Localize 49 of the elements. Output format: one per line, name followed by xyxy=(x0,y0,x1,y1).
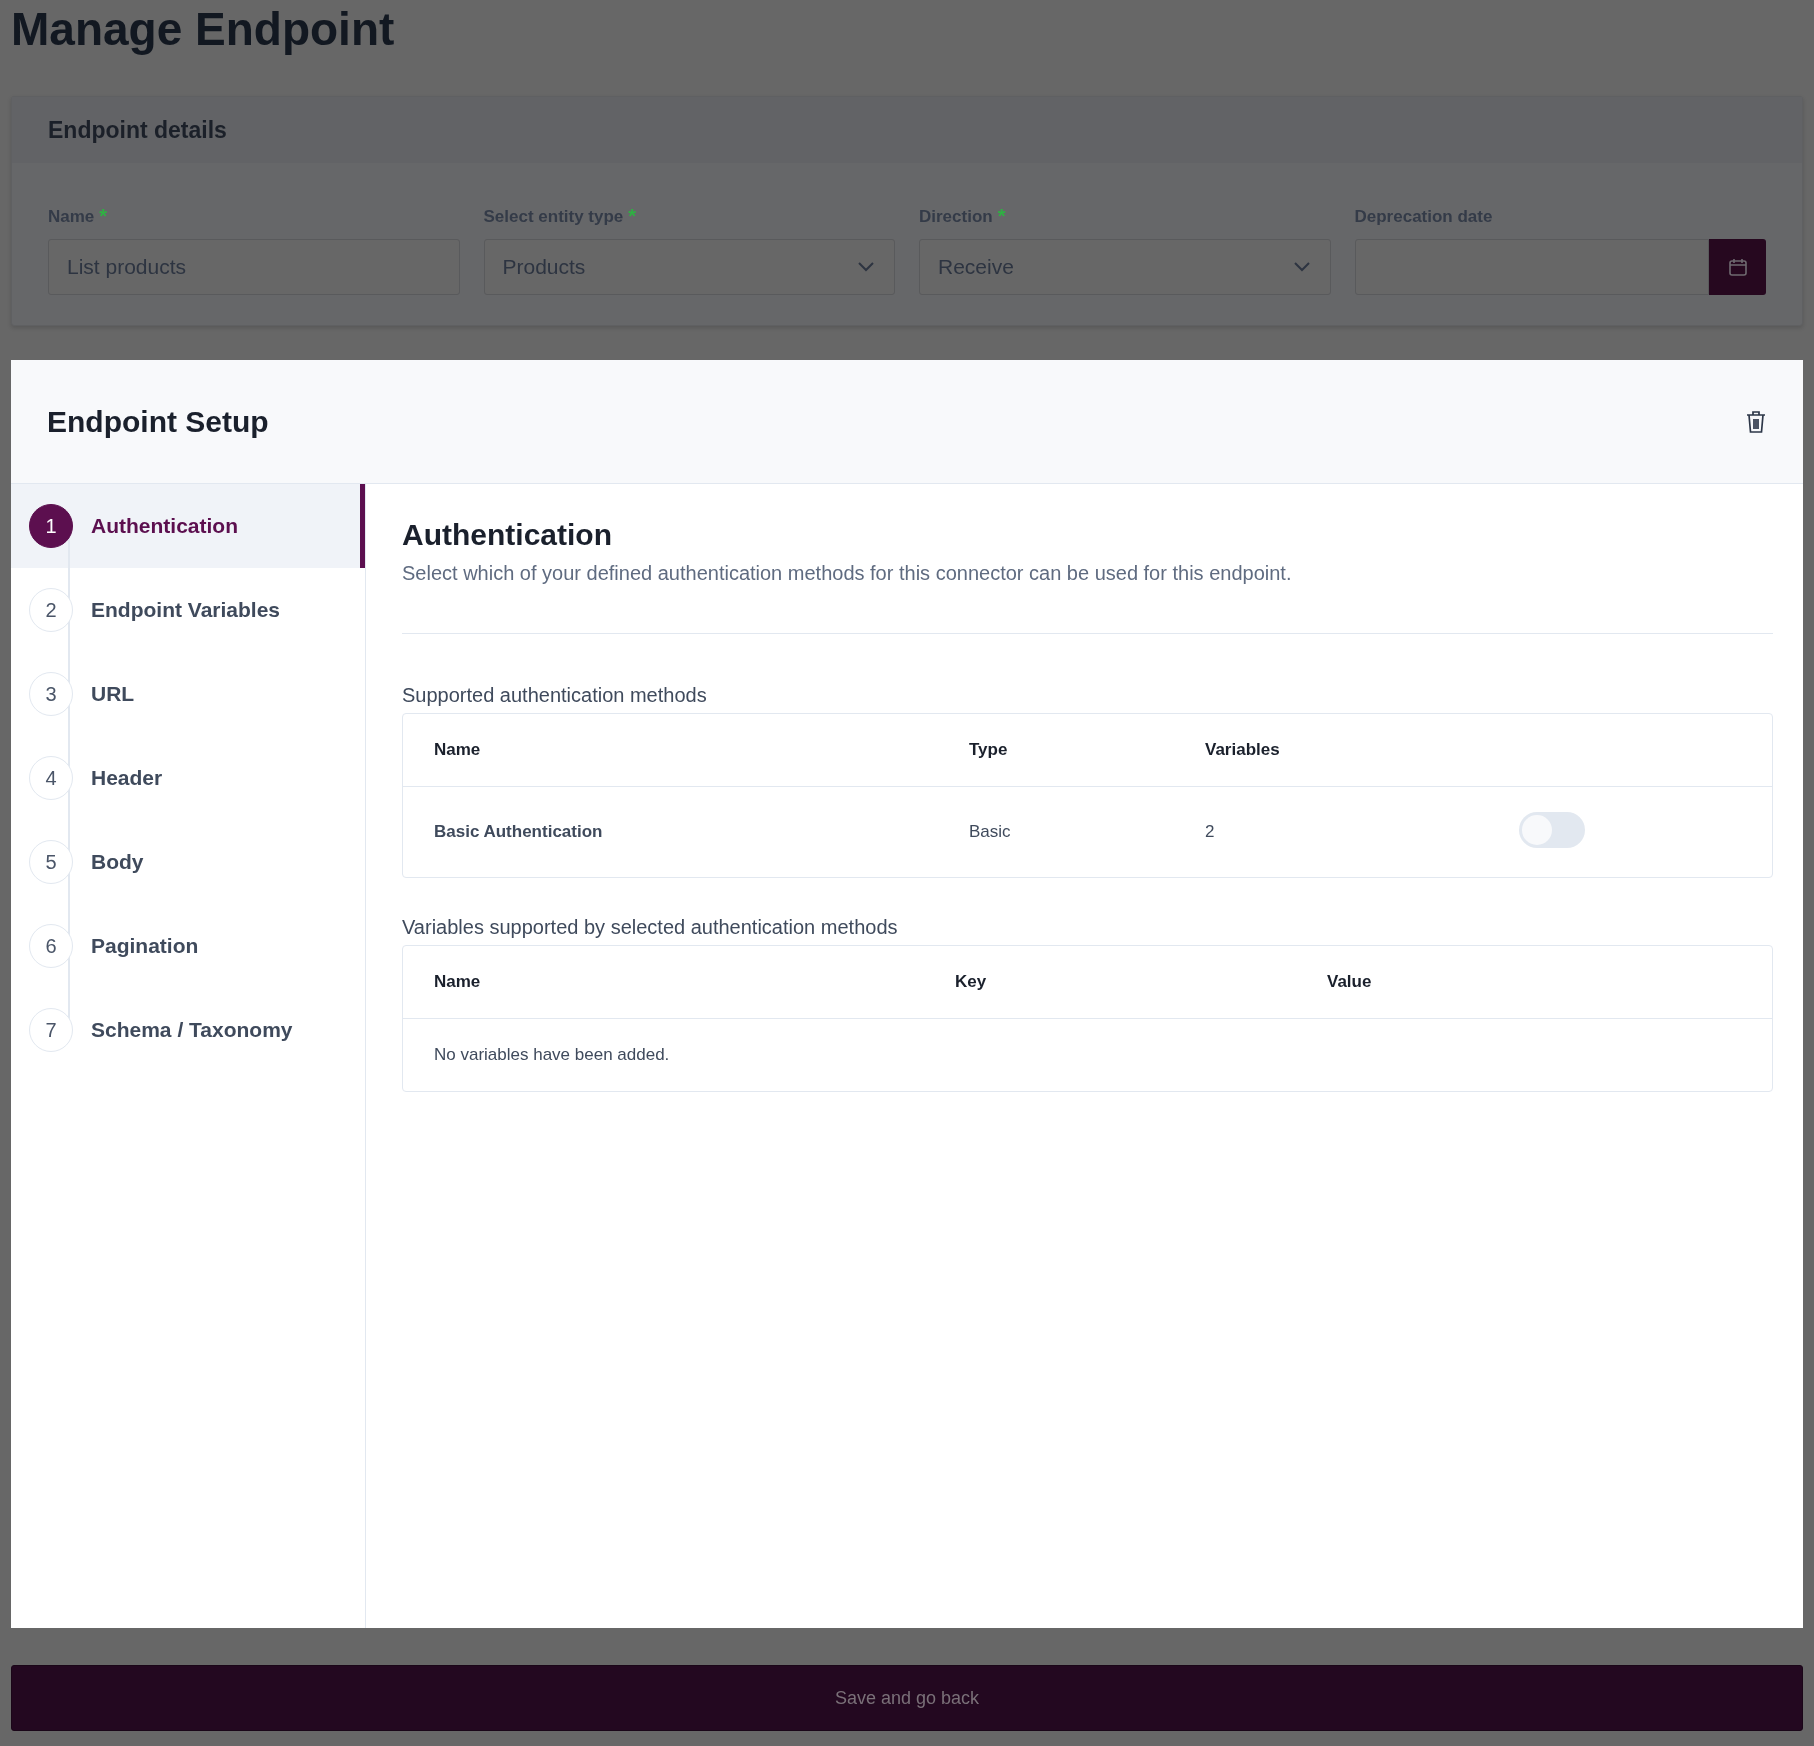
step-number: 4 xyxy=(29,756,73,800)
step-item[interactable]: 4 Header xyxy=(11,736,365,820)
table-heading: Variables supported by selected authentication methods xyxy=(402,916,899,939)
column-header: Type xyxy=(969,740,1009,760)
step-label: Endpoint Variables xyxy=(91,598,281,622)
step-label: Authentication xyxy=(91,514,238,538)
trash-icon[interactable] xyxy=(1745,409,1767,434)
column-header: Variables xyxy=(1205,740,1281,760)
required-mark: * xyxy=(997,207,1006,227)
section-title: Authentication xyxy=(402,518,613,552)
table-heading: Supported authentication methods xyxy=(402,684,708,707)
step-item[interactable]: 7 Schema / Taxonomy xyxy=(11,988,365,1072)
column-header: Value xyxy=(1327,972,1373,992)
column-header: Name xyxy=(434,972,482,992)
table-cell-text: 2 xyxy=(1205,822,1216,842)
required-mark: * xyxy=(628,207,637,227)
required-mark: * xyxy=(99,207,108,227)
chevron-down-icon xyxy=(858,262,874,272)
column-header: Name xyxy=(434,740,482,760)
step-item[interactable]: 6 Pagination xyxy=(11,904,365,988)
table-cell-text: Basic Authentication xyxy=(434,822,604,842)
calendar-button[interactable] xyxy=(1709,239,1766,295)
step-number: 7 xyxy=(29,1008,73,1052)
chevron-down-icon xyxy=(1293,262,1310,272)
step-label: Body xyxy=(91,850,144,874)
empty-message: No variables have been added. xyxy=(434,1045,671,1065)
step-number: 3 xyxy=(29,672,73,716)
step-number: 5 xyxy=(29,840,73,884)
section-description: Select which of your defined authentication methods for this connector can be used for this endpoint. xyxy=(402,562,1293,585)
page-title: Manage Endpoint xyxy=(11,2,396,56)
step-number: 1 xyxy=(29,504,73,548)
step-item[interactable]: 1 Authentication xyxy=(11,484,365,568)
card-heading: Endpoint details xyxy=(48,116,227,144)
step-number: 6 xyxy=(29,924,73,968)
save-button[interactable]: Save and go back xyxy=(11,1665,1803,1731)
step-label: URL xyxy=(91,682,135,706)
panel-title: Endpoint Setup xyxy=(47,404,269,439)
date-field[interactable] xyxy=(1354,239,1709,295)
step-number: 2 xyxy=(29,588,73,632)
column-header: Key xyxy=(955,972,988,992)
step-label: Header xyxy=(91,766,163,790)
step-item[interactable]: 2 Endpoint Variables xyxy=(11,568,365,652)
table-cell-text: Basic xyxy=(969,822,1012,842)
calendar-icon xyxy=(1727,257,1748,277)
step-label: Pagination xyxy=(91,934,199,958)
step-item[interactable]: 5 Body xyxy=(11,820,365,904)
step-item[interactable]: 3 URL xyxy=(11,652,365,736)
step-label: Schema / Taxonomy xyxy=(91,1018,293,1042)
toggle-switch[interactable] xyxy=(1519,812,1585,848)
